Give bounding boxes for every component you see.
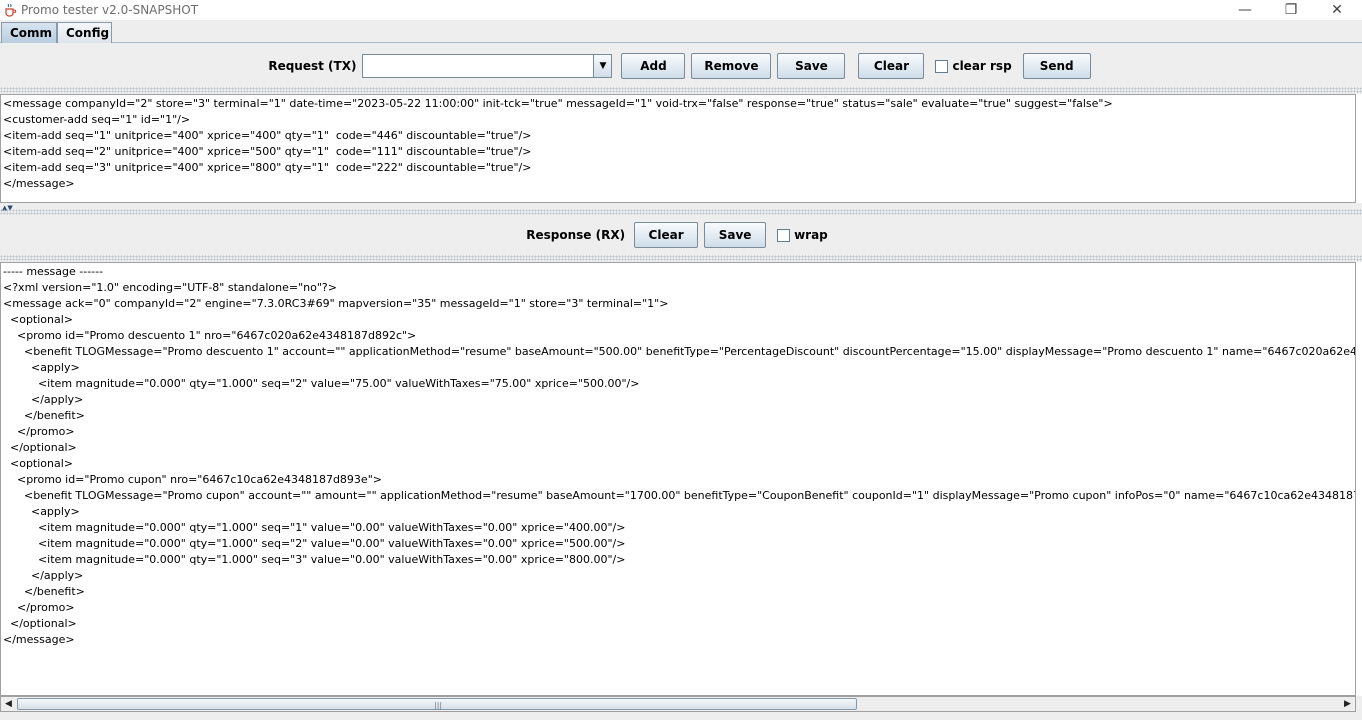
text-line: <benefit TLOGMessage="Promo descuento 1"… [3, 345, 1356, 358]
text-line: <message ack="0" companyId="2" engine="7… [3, 297, 669, 310]
text-line: <item magnitude="0.000" qty="1.000" seq=… [3, 553, 626, 566]
clear-rsp-checkbox-wrap[interactable]: clear rsp [935, 59, 1012, 73]
request-scroll-gap [1356, 94, 1362, 203]
scroll-grip-icon: ||| [434, 701, 443, 710]
request-textarea[interactable]: <message companyId="2" store="3" termina… [0, 94, 1356, 203]
remove-button[interactable]: Remove [691, 53, 772, 79]
text-line: <apply> [3, 361, 80, 374]
scroll-left-icon[interactable]: ◀ [1, 697, 16, 711]
text-line: <?xml version="1.0" encoding="UTF-8" sta… [3, 281, 337, 294]
tab-comm[interactable]: Comm [1, 22, 57, 43]
text-line: <item magnitude="0.000" qty="1.000" seq=… [3, 377, 640, 390]
save-request-button[interactable]: Save [777, 53, 846, 79]
text-line: <item-add seq="3" unitprice="400" xprice… [3, 161, 532, 174]
clear-request-button[interactable]: Clear [858, 53, 925, 79]
text-line: <benefit TLOGMessage="Promo cupon" accou… [3, 489, 1356, 502]
window-title: Promo tester v2.0-SNAPSHOT [21, 3, 199, 17]
response-separator [0, 255, 1362, 261]
wrap-label: wrap [794, 228, 828, 242]
add-button[interactable]: Add [621, 53, 686, 79]
title-bar: Promo tester v2.0-SNAPSHOT — ❐ ✕ [0, 0, 1362, 20]
text-line: <customer-add seq="1" id="1"/> [3, 113, 191, 126]
request-label: Request (TX) [268, 59, 357, 73]
text-line: <apply> [3, 505, 80, 518]
horizontal-scrollbar[interactable]: ◀ ||| ▶ [0, 696, 1356, 712]
text-line: <item magnitude="0.000" qty="1.000" seq=… [3, 537, 626, 550]
scroll-right-icon[interactable]: ▶ [1340, 697, 1355, 711]
tab-bar: Comm Config [0, 20, 1362, 43]
java-cup-icon [5, 3, 17, 17]
wrap-checkbox-wrap[interactable]: wrap [777, 228, 828, 242]
close-button[interactable]: ✕ [1314, 0, 1360, 20]
clear-response-button[interactable]: Clear [634, 222, 699, 248]
text-line: ----- message ------ [3, 265, 104, 278]
text-line: </benefit> [3, 409, 85, 422]
clear-rsp-label: clear rsp [952, 59, 1012, 73]
text-line: <promo id="Promo descuento 1" nro="6467c… [3, 329, 417, 342]
minimize-button[interactable]: — [1222, 0, 1268, 20]
wrap-checkbox[interactable] [777, 228, 791, 242]
text-line: </message> [3, 633, 75, 646]
request-toolbar: Request (TX) ▼ Add Remove Save Clear cle… [0, 45, 1362, 87]
text-line: <item magnitude="0.000" qty="1.000" seq=… [3, 521, 626, 534]
text-line: </promo> [3, 425, 75, 438]
tab-config[interactable]: Config [57, 22, 112, 43]
clear-rsp-checkbox[interactable] [935, 59, 949, 73]
text-line: </message> [3, 177, 75, 190]
text-line: </promo> [3, 601, 75, 614]
send-button[interactable]: Send [1022, 53, 1091, 79]
maximize-button[interactable]: ❐ [1268, 0, 1314, 20]
text-line: </apply> [3, 393, 84, 406]
text-line: <item-add seq="2" unitprice="400" xprice… [3, 145, 532, 158]
response-label: Response (RX) [526, 228, 626, 242]
chevron-down-icon[interactable]: ▼ [593, 55, 612, 77]
response-toolbar: Response (RX) Clear Save wrap [0, 214, 1362, 256]
text-line: <item-add seq="1" unitprice="400" xprice… [3, 129, 532, 142]
text-line: </optional> [3, 441, 77, 454]
text-line: </optional> [3, 617, 77, 630]
text-line: <message companyId="2" store="3" termina… [3, 97, 1113, 110]
response-scroll-gap [1356, 262, 1362, 696]
text-line: <promo id="Promo cupon" nro="6467c10ca62… [3, 473, 382, 486]
text-line: </benefit> [3, 585, 85, 598]
request-separator [0, 87, 1362, 93]
request-combo[interactable]: ▼ [362, 54, 613, 78]
save-response-button[interactable]: Save [704, 222, 767, 248]
text-line: </apply> [3, 569, 84, 582]
scroll-thumb[interactable]: ||| [17, 698, 857, 710]
text-line: <optional> [3, 313, 74, 326]
text-line: <optional> [3, 457, 74, 470]
response-textarea[interactable]: ----- message ------ <?xml version="1.0" … [0, 262, 1356, 696]
